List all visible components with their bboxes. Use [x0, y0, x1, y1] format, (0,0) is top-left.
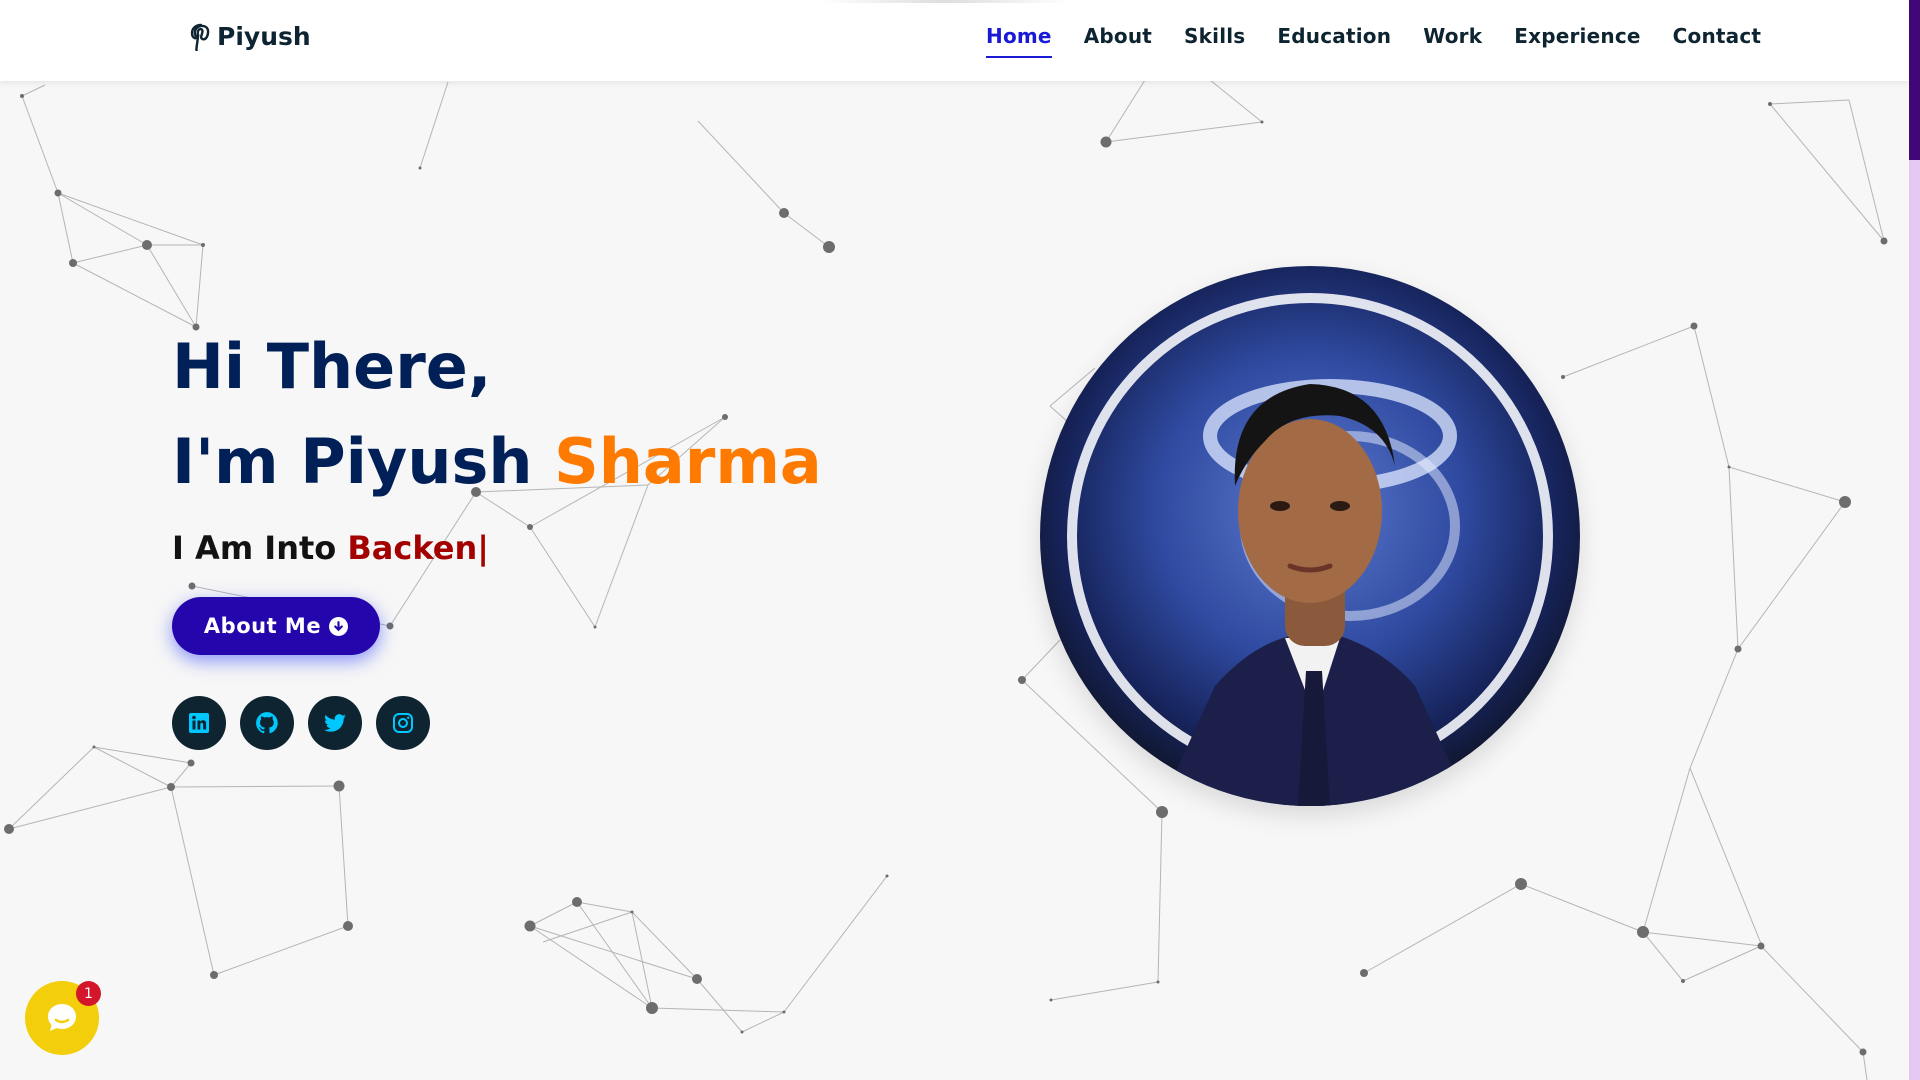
arrow-circle-down-icon [329, 616, 349, 636]
typed-word: Backen| [347, 529, 489, 567]
nav-work[interactable]: Work [1423, 24, 1482, 58]
typed-text: I Am Into Backen| [172, 529, 489, 567]
nav-skills[interactable]: Skills [1184, 24, 1245, 58]
nav-home[interactable]: Home [986, 24, 1052, 58]
nav-about[interactable]: About [1084, 24, 1152, 58]
about-me-label: About Me [203, 614, 322, 638]
navbar: Piyush Home About Skills Education Work … [0, 0, 1909, 81]
profile-portrait [1040, 266, 1580, 806]
scrollbar-thumb[interactable] [1909, 0, 1920, 160]
top-shadow [820, 0, 1070, 3]
hero-section: Hi There, I'm Piyush Sharma I Am Into Ba… [0, 81, 1909, 1080]
linkedin-link[interactable] [172, 696, 226, 750]
linkedin-icon [189, 713, 209, 733]
logo-text: Piyush [217, 22, 311, 51]
instagram-icon [393, 713, 413, 733]
social-links [172, 696, 430, 750]
scrollbar-track[interactable] [1909, 0, 1920, 1080]
nav-experience[interactable]: Experience [1514, 24, 1640, 58]
about-me-button[interactable]: About Me [172, 597, 380, 655]
main-nav: Home About Skills Education Work Experie… [986, 24, 1793, 58]
greeting-heading: Hi There, [172, 330, 492, 403]
twitter-link[interactable] [308, 696, 362, 750]
chat-bubble-icon [48, 1004, 76, 1031]
nav-education[interactable]: Education [1277, 24, 1391, 58]
name-prefix: I'm Piyush [172, 425, 555, 498]
pinterest-p-icon [190, 23, 210, 51]
name-accent: Sharma [554, 425, 822, 498]
nav-contact[interactable]: Contact [1673, 24, 1762, 58]
chat-notification-badge: 1 [76, 981, 101, 1006]
twitter-icon [324, 714, 346, 732]
github-link[interactable] [240, 696, 294, 750]
name-heading: I'm Piyush Sharma [172, 431, 822, 493]
github-icon [256, 712, 278, 734]
portrait-illustration [1067, 293, 1553, 806]
typed-prefix: I Am Into [172, 529, 348, 567]
instagram-link[interactable] [376, 696, 430, 750]
logo[interactable]: Piyush [189, 22, 311, 51]
